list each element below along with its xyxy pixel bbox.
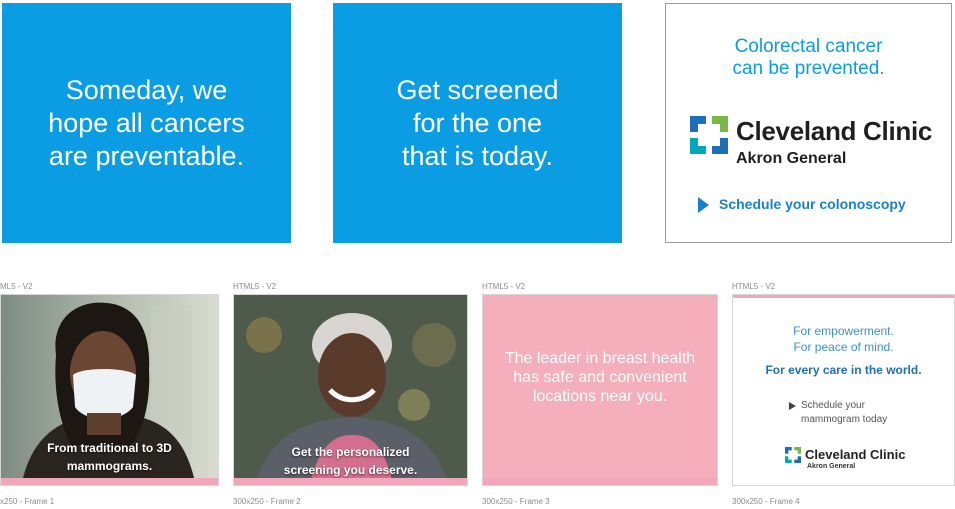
frame-1-photo: From traditional to 3D mammograms. (0, 294, 219, 486)
logo-sub: Akron General (736, 150, 847, 167)
frame-4-line-1a: For empowerment. (793, 324, 894, 338)
frame-1-label-top: ML5 - V2 (0, 282, 33, 291)
pink-bar (1, 478, 218, 485)
cleveland-clinic-mark-icon (690, 116, 728, 154)
frame-3-panel: The leader in breast health has safe and… (482, 294, 718, 486)
ad-panel-3: Colorectal cancer can be prevented. Clev… (665, 3, 952, 243)
frame-2-text: Get the personalized screening you deser… (283, 445, 418, 477)
pink-bar (483, 478, 717, 485)
cta-label: Schedule your colonoscopy (719, 196, 906, 212)
play-arrow-icon (698, 197, 709, 214)
frame-4-line-2: For peace of mind. (793, 340, 894, 354)
panel-1-text: Someday, we hope all cancers are prevent… (48, 74, 245, 171)
frame-4-label-bottom: 300x250 - Frame 4 (732, 497, 800, 506)
frame-2-photo: Get the personalized screening you deser… (233, 294, 468, 486)
logo-name: Cleveland Clinic (805, 447, 906, 462)
frame-1-text: From traditional to 3D mammograms. (47, 441, 172, 473)
pink-bar (234, 478, 467, 485)
ad-panel-2: Get screened for the one that is today. (333, 3, 622, 243)
logo-sub: Akron General (807, 463, 856, 470)
frame-4-panel: For empowerment. For peace of mind. For … (732, 294, 955, 486)
frame-4-line-3: For every care in the world. (765, 363, 922, 377)
panel-3-tagline: Colorectal cancer can be prevented. (732, 36, 885, 79)
frame-3-label-bottom: 300x250 - Frame 3 (482, 497, 550, 506)
frame-1-label-bottom: x250 - Frame 1 (0, 497, 55, 506)
schedule-line-1: Schedule your (801, 400, 865, 411)
frame-2-label-bottom: 300x250 - Frame 2 (233, 497, 301, 506)
cleveland-clinic-mark-icon (785, 447, 801, 463)
ad-panel-1: Someday, we hope all cancers are prevent… (2, 3, 291, 243)
frame-4-label-top: HTML5 - V2 (732, 282, 776, 291)
schedule-mammogram-link[interactable]: Schedule your mammogram today (789, 399, 888, 427)
logo-name: Cleveland Clinic (736, 116, 933, 146)
schedule-line-2: mammogram today (801, 414, 888, 425)
frame-3-text: The leader in breast health has safe and… (504, 350, 696, 405)
play-arrow-icon (789, 402, 796, 410)
panel-2-text: Get screened for the one that is today. (396, 74, 559, 171)
pink-bar (733, 295, 954, 298)
frame-4-line-1: For empowerment. For peace of mind. (733, 323, 954, 355)
frame-3-label-top: HTML5 - V2 (482, 282, 526, 291)
schedule-colonoscopy-link[interactable]: Schedule your colonoscopy (698, 196, 906, 214)
frame-2-label-top: HTML5 - V2 (233, 282, 277, 291)
